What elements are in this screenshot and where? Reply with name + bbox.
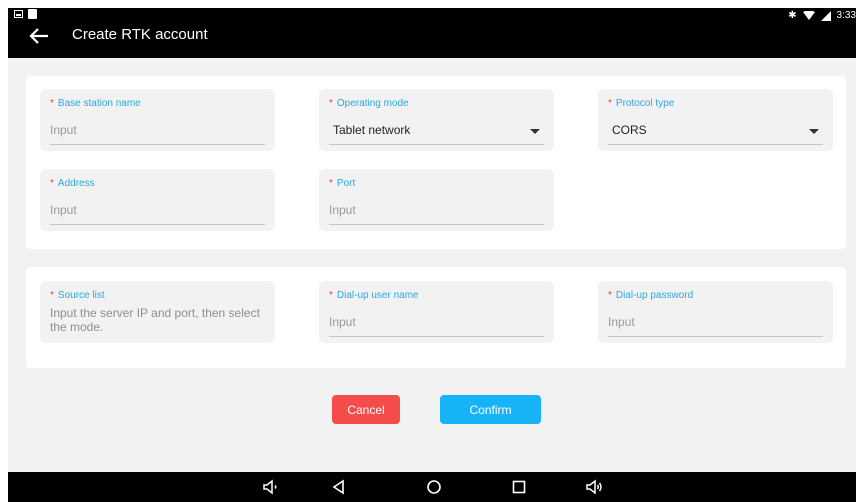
confirm-button[interactable]: Confirm [440, 395, 541, 424]
clock: 3:33 [836, 10, 856, 21]
back-nav-icon[interactable] [330, 478, 348, 496]
home-nav-icon[interactable] [425, 478, 443, 496]
address-field[interactable]: * Address Input [40, 169, 275, 231]
input-underline [329, 336, 544, 337]
dialup-user-name-field[interactable]: * Dial-up user name Input [319, 281, 554, 343]
volume-up-icon[interactable] [586, 478, 604, 496]
dialup-password-input[interactable]: Input [608, 315, 635, 329]
wifi-icon [802, 10, 815, 20]
bluetooth-icon: ✱ [788, 10, 797, 21]
dropdown-caret-icon[interactable] [809, 129, 819, 134]
protocol-type-value[interactable]: CORS [612, 123, 647, 137]
back-arrow-icon[interactable] [28, 25, 50, 47]
port-field[interactable]: * Port Input [319, 169, 554, 231]
base-station-name-label: * Base station name [50, 98, 141, 109]
port-input[interactable]: Input [329, 203, 356, 217]
dropdown-caret-icon[interactable] [530, 129, 540, 134]
navigation-bar [8, 472, 856, 502]
protocol-type-label: * Protocol type [608, 98, 675, 109]
cell-signal-icon [820, 10, 831, 21]
source-list-label: * Source list [50, 290, 105, 301]
status-bar: ✱ 3:33 [788, 10, 856, 21]
port-label: * Port [329, 178, 356, 189]
app-frame: Create RTK account ✱ 3:33 * Base station … [8, 8, 856, 502]
recents-nav-icon[interactable] [510, 478, 528, 496]
input-underline [50, 144, 265, 145]
dialup-user-name-input[interactable]: Input [329, 315, 356, 329]
operating-mode-select[interactable]: * Operating mode Tablet network [319, 89, 554, 151]
operating-mode-label: * Operating mode [329, 98, 409, 109]
dialup-settings-card: * Source list Input the server IP and por… [26, 267, 846, 368]
base-station-name-field[interactable]: * Base station name Input [40, 89, 275, 151]
address-input[interactable]: Input [50, 203, 77, 217]
top-bar: Create RTK account ✱ 3:33 [8, 8, 856, 58]
source-list-field[interactable]: * Source list Input the server IP and por… [40, 281, 275, 343]
cancel-button[interactable]: Cancel [332, 395, 400, 424]
station-settings-card: * Base station name Input * Operating mode… [26, 76, 846, 249]
operating-mode-value[interactable]: Tablet network [333, 123, 410, 137]
protocol-type-select[interactable]: * Protocol type CORS [598, 89, 833, 151]
dialup-user-name-label: * Dial-up user name [329, 290, 419, 301]
input-underline [329, 144, 544, 145]
input-underline [608, 336, 823, 337]
dialup-password-label: * Dial-up password [608, 290, 694, 301]
volume-down-icon[interactable] [262, 478, 280, 496]
dialup-password-field[interactable]: * Dial-up password Input [598, 281, 833, 343]
base-station-name-input[interactable]: Input [50, 123, 77, 137]
input-underline [329, 224, 544, 225]
input-underline [50, 224, 265, 225]
app-notification-icon [28, 9, 37, 19]
page-title: Create RTK account [72, 26, 208, 43]
screenshot-notification-icon [14, 10, 23, 18]
address-label: * Address [50, 178, 95, 189]
source-list-hint: Input the server IP and port, then selec… [50, 306, 260, 334]
input-underline [608, 144, 823, 145]
